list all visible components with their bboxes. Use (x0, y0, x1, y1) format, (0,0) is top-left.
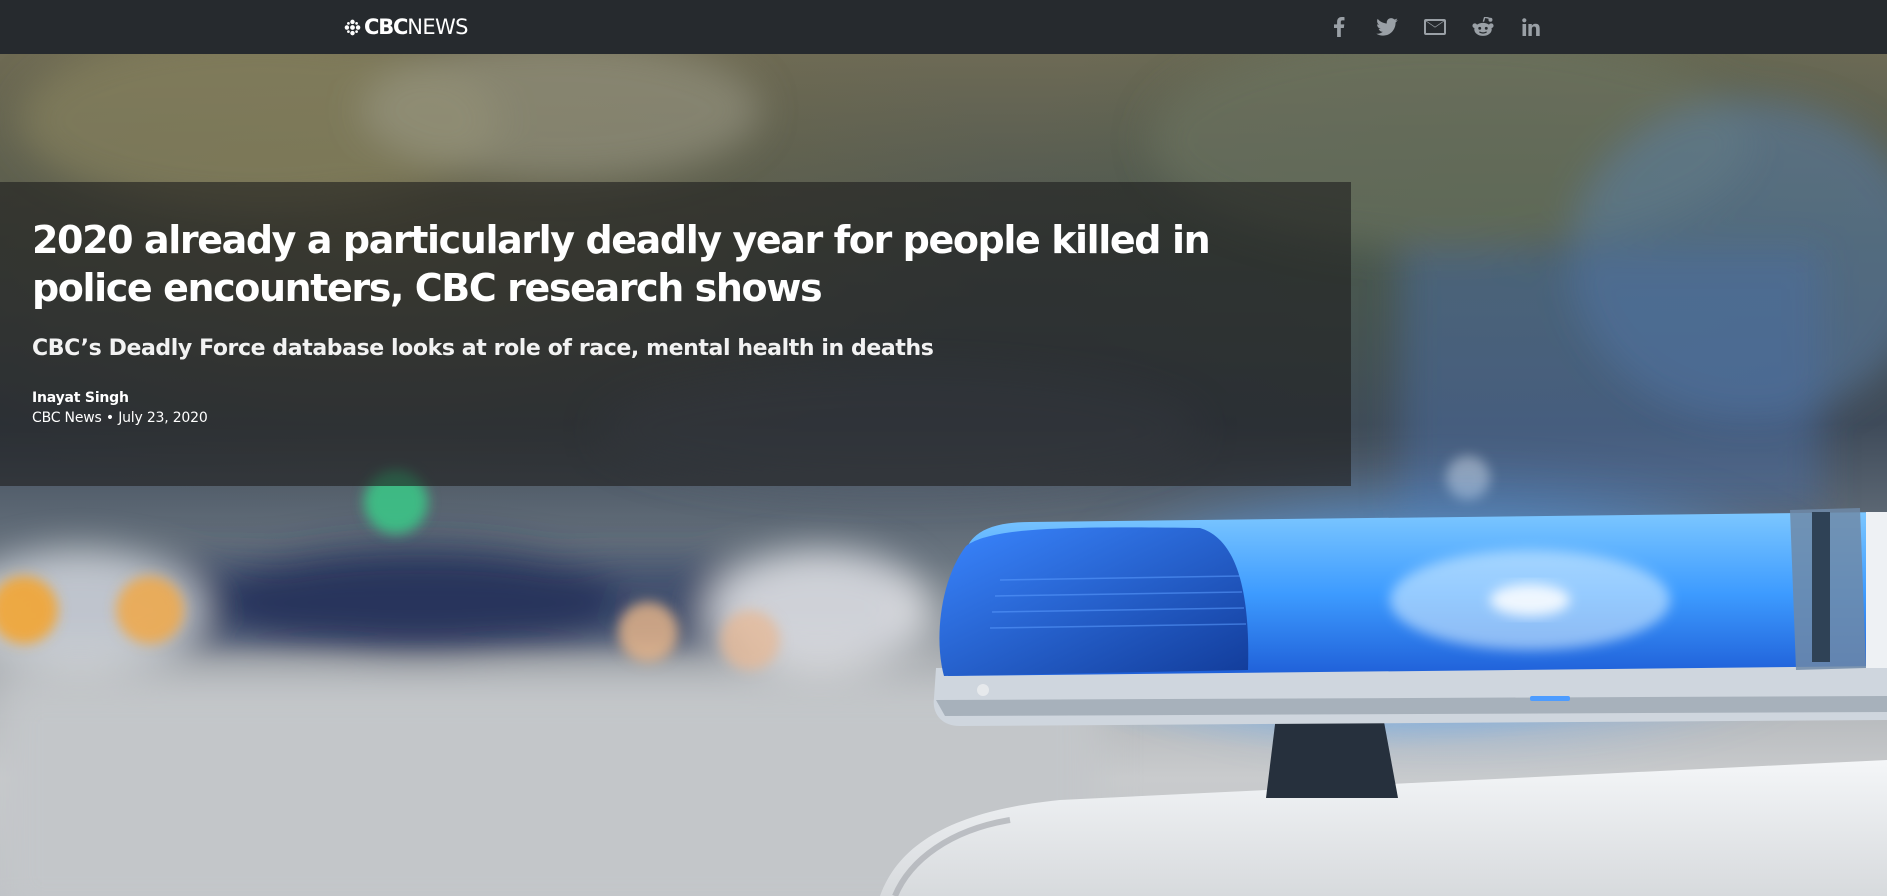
logo-section-text: NEWS (407, 15, 468, 39)
share-twitter-button[interactable] (1373, 13, 1401, 41)
share-reddit-button[interactable] (1469, 13, 1497, 41)
linkedin-icon (1522, 18, 1540, 36)
byline-separator: • (105, 410, 114, 426)
share-linkedin-button[interactable] (1517, 13, 1545, 41)
logo-brand-text: CBC (364, 15, 408, 39)
share-facebook-button[interactable] (1325, 13, 1353, 41)
cbc-gem-icon (344, 19, 361, 35)
publish-date: July 23, 2020 (118, 410, 208, 426)
byline-meta: CBC News • July 23, 2020 (32, 408, 1319, 428)
headline-panel: 2020 already a particularly deadly year … (0, 182, 1351, 486)
reddit-icon (1472, 17, 1494, 36)
twitter-icon (1376, 18, 1398, 36)
facebook-icon (1334, 17, 1345, 37)
email-icon (1424, 19, 1446, 35)
share-toolbar (1325, 13, 1545, 41)
cbc-news-logo[interactable]: CBC NEWS (344, 14, 469, 40)
byline-source: CBC News (32, 410, 102, 426)
article-deck: CBC’s Deadly Force database looks at rol… (32, 336, 934, 361)
share-email-button[interactable] (1421, 13, 1449, 41)
author-name[interactable]: Inayat Singh (32, 388, 1319, 408)
article-headline: 2020 already a particularly deadly year … (32, 218, 1211, 310)
byline: Inayat Singh CBC News • July 23, 2020 (32, 388, 1319, 428)
hero-section: 2020 already a particularly deadly year … (0, 54, 1887, 896)
top-bar: CBC NEWS (0, 0, 1887, 54)
